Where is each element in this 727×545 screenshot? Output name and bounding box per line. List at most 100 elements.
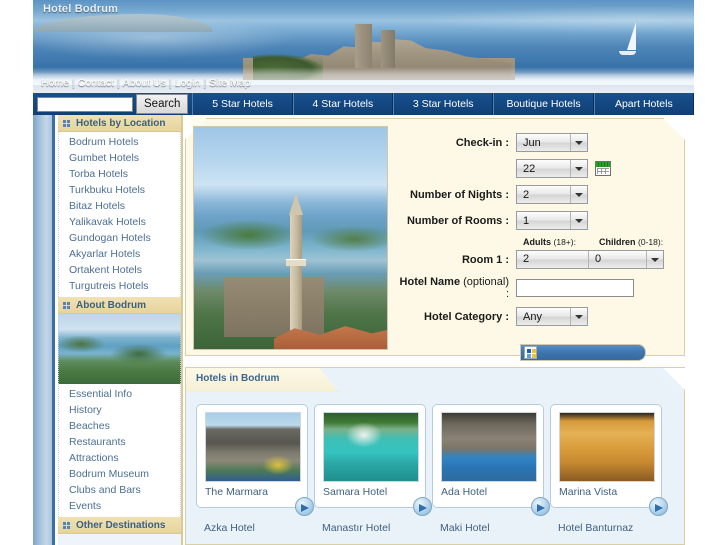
grid-dots-icon [63, 522, 70, 529]
search-input[interactable] [37, 96, 133, 112]
sidebar-item-essential-info[interactable]: Essential Info [59, 386, 180, 402]
room1-occupancy-select[interactable]: 2 0 [516, 250, 664, 269]
hotel-card-ada-hotel[interactable]: Ada Hotel [432, 404, 550, 516]
hotel-thumbnail-image [560, 413, 654, 481]
hotel-thumbnail-image [324, 413, 418, 481]
nav-link-about-us[interactable]: About Us [123, 77, 166, 89]
hotel-link-maki-hotel[interactable]: Maki Hotel [440, 522, 490, 534]
rooms-row: Number of Rooms : 1 [396, 211, 681, 230]
hotel-card-marina-vista[interactable]: Marina Vista [550, 404, 668, 516]
sidebar-item-turkbuku-hotels[interactable]: Turkbuku Hotels [59, 182, 180, 198]
top-navigation: Home | Contact | About Us | Login | Site Map [33, 75, 694, 91]
checkin-label: Check-in : [455, 136, 509, 149]
bodrum-harbour-photo [193, 126, 388, 350]
sidebar-item-events[interactable]: Events [59, 498, 180, 514]
hotels-in-bodrum-panel: Hotels in Bodrum The Marmara Samara Hote… [185, 367, 685, 545]
sidebar-item-bitaz-hotels[interactable]: Bitaz Hotels [59, 198, 180, 214]
nav-link-home[interactable]: Home [41, 77, 69, 89]
checkin-month-row: Check-in : Jun [396, 133, 681, 152]
sidebar-section-header-hotels-by-location[interactable]: Hotels by Location [58, 115, 181, 132]
sidebar-item-akyarlar-hotels[interactable]: Akyarlar Hotels [59, 246, 180, 262]
sidebar-item-yalikavak-hotels[interactable]: Yalikavak Hotels [59, 214, 180, 230]
hotel-card-name: Samara Hotel [323, 486, 388, 498]
panel-fold-corner [663, 368, 685, 390]
sidebar-item-bodrum-museum[interactable]: Bodrum Museum [59, 466, 180, 482]
nights-label: Number of Nights : [410, 188, 509, 201]
sidebar-item-ortakent-hotels[interactable]: Ortakent Hotels [59, 262, 180, 278]
checkin-month-value: Jun [523, 137, 541, 149]
hotel-link-hotel-banturnaz[interactable]: Hotel Banturnaz [558, 522, 633, 534]
tab-apart-hotels[interactable]: Apart Hotels [593, 93, 694, 115]
hotel-card-name: Ada Hotel [441, 486, 488, 498]
castle-tower-right [381, 30, 395, 68]
castle-tower-left [355, 24, 372, 68]
sidebar-item-beaches[interactable]: Beaches [59, 418, 180, 434]
sidebar-section-title: About Bodrum [76, 300, 146, 311]
photo-minaret [289, 193, 303, 345]
chevron-down-icon [646, 251, 663, 268]
hotel-name-input[interactable] [516, 279, 634, 297]
hotel-link-azka-hotel[interactable]: Azka Hotel [204, 522, 255, 534]
search-submit-image-button[interactable] [520, 344, 646, 361]
adults-column-header: Adults (18+): [523, 237, 576, 247]
adults-age-note: (18+): [553, 237, 576, 247]
sidebar-bodrum-photo [58, 314, 181, 384]
arrow-right-icon[interactable] [295, 497, 314, 516]
page-root: Hotel Bodrum Home | Contact | About Us | Login… [0, 0, 727, 545]
hotel-name-optional-note: (optional) : [463, 276, 509, 300]
children-age-note: (0-18): [638, 237, 664, 247]
arrow-right-icon[interactable] [413, 497, 432, 516]
grid-dots-icon [63, 302, 70, 309]
rooms-label: Number of Rooms : [406, 214, 509, 227]
rooms-select[interactable]: 1 [516, 211, 588, 230]
tab-boutique-hotels[interactable]: Boutique Hotels [493, 93, 594, 115]
nav-link-contact[interactable]: Contact [78, 77, 114, 89]
sidebar-item-history[interactable]: History [59, 402, 180, 418]
sidebar-section-header-other-destinations[interactable]: Other Destinations [58, 517, 181, 534]
arrow-right-icon[interactable] [531, 497, 550, 516]
checkin-day-select[interactable]: 22 [516, 159, 588, 178]
nav-link-login[interactable]: Login [175, 77, 201, 89]
sidebar: Hotels by Location Bodrum Hotels Gumbet … [58, 115, 183, 545]
checkin-month-select[interactable]: Jun [516, 133, 588, 152]
nights-select[interactable]: 2 [516, 185, 588, 204]
sidebar-item-clubs-and-bars[interactable]: Clubs and Bars [59, 482, 180, 498]
hotel-category-value: Any [523, 311, 542, 323]
arrow-right-icon[interactable] [649, 497, 668, 516]
sidebar-item-attractions[interactable]: Attractions [59, 450, 180, 466]
chevron-down-icon [570, 212, 587, 229]
calendar-icon[interactable] [595, 161, 611, 176]
sidebar-item-gumbet-hotels[interactable]: Gumbet Hotels [59, 150, 180, 166]
hotel-category-label: Hotel Category : [424, 310, 509, 323]
sailboat-icon [618, 22, 638, 56]
tab-3-star-hotels[interactable]: 3 Star Hotels [393, 93, 494, 115]
sidebar-item-gundogan-hotels[interactable]: Gundogan Hotels [59, 230, 180, 246]
nav-link-site-map[interactable]: Site Map [209, 77, 250, 89]
sidebar-list-about-bodrum: Essential Info History Beaches Restauran… [58, 384, 181, 517]
tab-5-star-hotels[interactable]: 5 Star Hotels [192, 93, 293, 115]
hotel-thumbnail-image [206, 413, 300, 481]
tab-4-star-hotels[interactable]: 4 Star Hotels [292, 93, 394, 115]
hotels-panel-tab[interactable]: Hotels in Bodrum [186, 368, 338, 392]
nav-separator: | [168, 77, 172, 89]
room1-adults-value[interactable]: 2 [517, 251, 589, 268]
hotel-thumbnail-image [442, 413, 536, 481]
hotel-card-samara-hotel[interactable]: Samara Hotel [314, 404, 432, 516]
occupancy-column-headers: Adults (18+): Children (0-18): [523, 237, 681, 247]
sidebar-section-header-about-bodrum[interactable]: About Bodrum [58, 297, 181, 314]
room1-label: Room 1 : [461, 253, 509, 266]
hotel-card-the-marmara[interactable]: The Marmara [196, 404, 314, 516]
sidebar-item-turgutreis-hotels[interactable]: Turgutreis Hotels [59, 278, 180, 294]
search-button[interactable]: Search [136, 94, 189, 114]
hotel-category-row: Hotel Category : Any [396, 307, 681, 326]
nights-value: 2 [523, 189, 530, 201]
sidebar-list-hotels-by-location: Bodrum Hotels Gumbet Hotels Torba Hotels… [58, 132, 181, 297]
photo-fortress [224, 277, 324, 337]
nav-separator: | [116, 77, 120, 89]
hotel-link-manastir-hotel[interactable]: Manastır Hotel [322, 522, 390, 534]
hotel-category-select[interactable]: Any [516, 307, 588, 326]
nav-separator: | [203, 77, 207, 89]
sidebar-item-bodrum-hotels[interactable]: Bodrum Hotels [59, 134, 180, 150]
sidebar-item-torba-hotels[interactable]: Torba Hotels [59, 166, 180, 182]
sidebar-item-restaurants[interactable]: Restaurants [59, 434, 180, 450]
